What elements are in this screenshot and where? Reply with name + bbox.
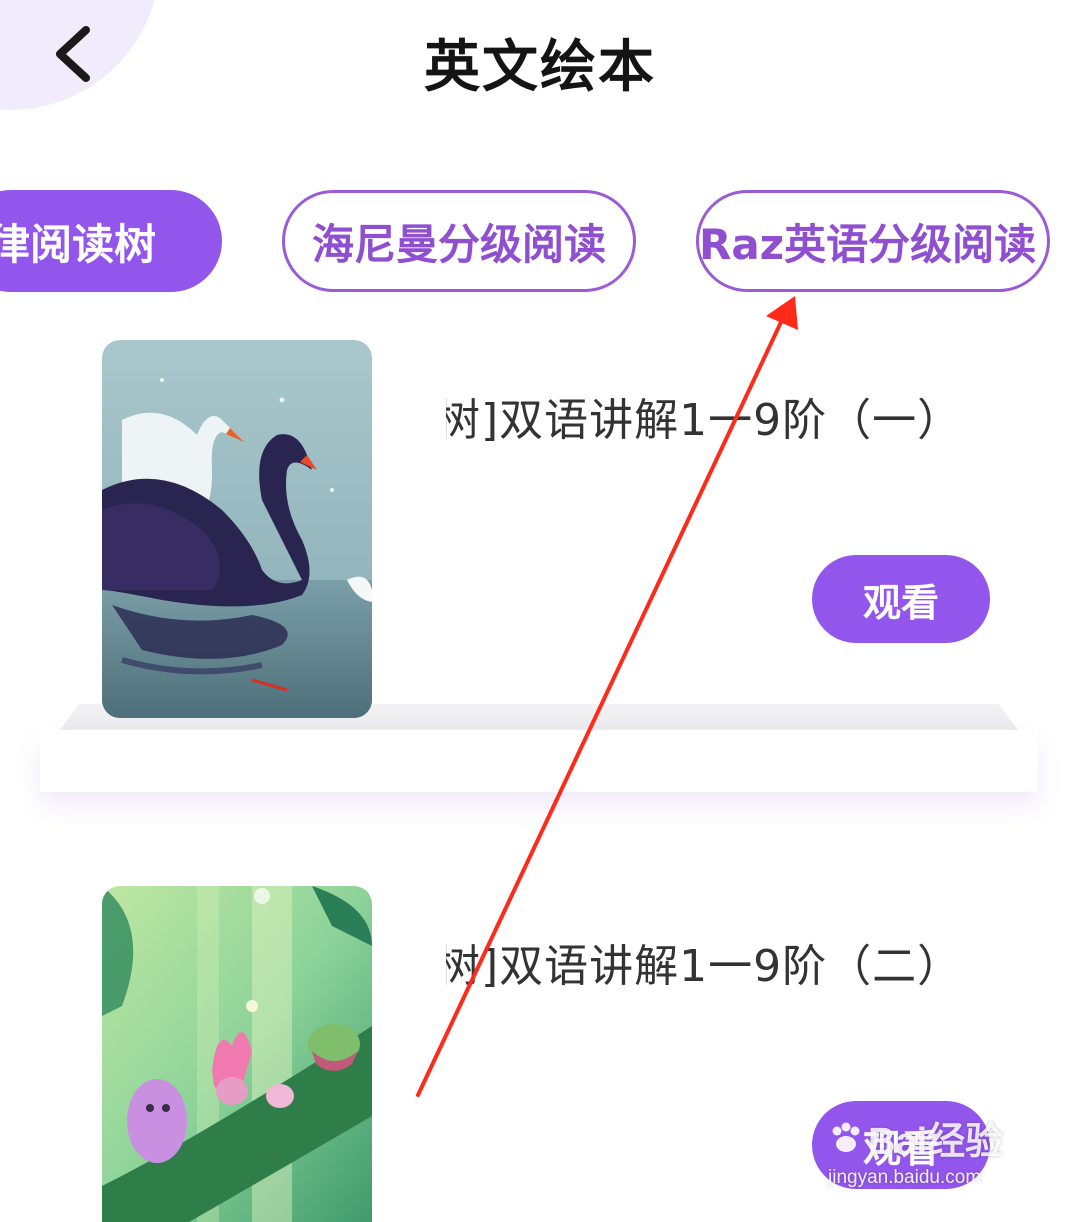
book-title: 树]双语讲解1一9阶（二） [446, 941, 963, 992]
tab-label: 海尼曼分级阅读 [311, 219, 606, 269]
baidu-jingyan-watermark: Bai经验 jingyan.baidu.com [828, 1110, 1048, 1210]
paw-icon [832, 1122, 860, 1152]
watch-button[interactable]: 观看 [812, 555, 990, 643]
watermark-logo: Bai经验 [828, 1110, 1048, 1165]
arrow-head [766, 296, 798, 330]
tab-label: 律阅读树 [0, 219, 156, 269]
tab-reading-tree[interactable]: 律阅读树 [0, 190, 222, 292]
book-cover-black-swan[interactable] [102, 340, 372, 718]
watermark-url: jingyan.baidu.com [828, 1167, 982, 1188]
watermark-brand: Bai经验 [868, 1121, 1004, 1163]
screen: 英文绘本 律阅读树 海尼曼分级阅读 Raz英语分级阅读 树]双语讲解1一9阶（一… [0, 0, 1080, 1222]
book-title: 树]双语讲解1一9阶（一） [446, 395, 963, 446]
page-title: 英文绘本 [424, 35, 656, 100]
tab-raz[interactable]: Raz英语分级阅读 [696, 190, 1050, 292]
book-cover-forest-creatures[interactable] [102, 886, 372, 1222]
shelf-front [40, 730, 1038, 792]
tab-heinemann[interactable]: 海尼曼分级阅读 [282, 190, 636, 292]
tab-label: Raz英语分级阅读 [699, 219, 1037, 269]
